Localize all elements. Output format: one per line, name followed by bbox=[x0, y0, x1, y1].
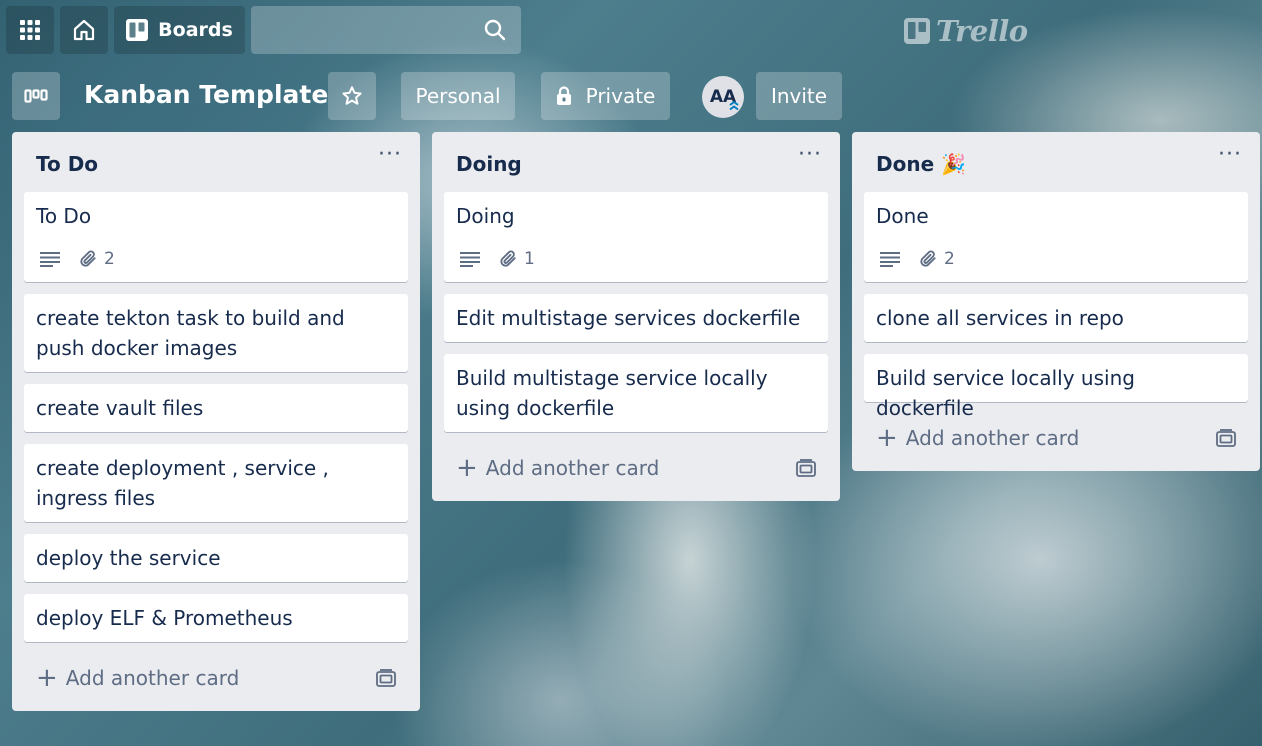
card[interactable]: deploy ELF & Prometheus bbox=[24, 594, 408, 642]
attachment-badge: 2 bbox=[78, 244, 115, 274]
description-icon bbox=[880, 251, 900, 267]
list-done: Done 🎉 ··· Done 2 clone all services in … bbox=[852, 132, 1260, 471]
list-menu-button[interactable]: ··· bbox=[1218, 144, 1242, 166]
add-card-label: Add another card bbox=[485, 456, 660, 480]
list-doing: Doing ··· Doing 1 Edit multistage servic… bbox=[432, 132, 840, 501]
description-icon bbox=[40, 251, 60, 267]
card-badges: 1 bbox=[460, 244, 535, 274]
card-badges: 2 bbox=[40, 244, 115, 274]
paperclip-icon bbox=[498, 249, 518, 269]
list-title[interactable]: Done 🎉 bbox=[876, 152, 966, 176]
more-icon: ··· bbox=[1218, 142, 1242, 167]
privacy-label: Private bbox=[585, 84, 656, 108]
invite-button[interactable]: Invite bbox=[756, 72, 842, 120]
card-title: Edit multistage services dockerfile bbox=[456, 306, 801, 330]
card[interactable]: clone all services in repo bbox=[864, 294, 1248, 342]
board-icon bbox=[126, 19, 149, 41]
card[interactable]: create deployment , service , ingress fi… bbox=[24, 444, 408, 522]
card-title: Build service locally using dockerfile bbox=[876, 366, 1135, 420]
home-button[interactable] bbox=[60, 6, 108, 54]
add-card-row: + Add another card bbox=[876, 423, 1236, 453]
card-template-icon[interactable] bbox=[796, 459, 816, 477]
boards-label: Boards bbox=[158, 19, 233, 41]
more-icon: ··· bbox=[798, 142, 822, 167]
card-title: deploy the service bbox=[36, 546, 221, 570]
card-badges: 2 bbox=[880, 244, 955, 274]
card[interactable]: Doing 1 bbox=[444, 192, 828, 282]
card-template-icon[interactable] bbox=[1216, 429, 1236, 447]
list-menu-button[interactable]: ··· bbox=[378, 144, 402, 166]
plus-icon: + bbox=[36, 663, 58, 693]
add-card-row: + Add another card bbox=[456, 453, 816, 483]
attachment-badge: 2 bbox=[918, 244, 955, 274]
star-icon bbox=[341, 85, 363, 107]
card-title: Done bbox=[876, 204, 929, 228]
trello-logo-icon bbox=[904, 18, 930, 44]
add-card-row: + Add another card bbox=[36, 663, 396, 693]
add-card-button[interactable]: + Add another card bbox=[876, 423, 1080, 453]
boards-button[interactable]: Boards bbox=[114, 6, 245, 54]
board-view-icon bbox=[24, 89, 48, 103]
trello-logo[interactable]: Trello bbox=[904, 14, 1028, 48]
card[interactable]: Done 2 bbox=[864, 192, 1248, 282]
attachment-count: 2 bbox=[104, 249, 115, 269]
add-card-label: Add another card bbox=[905, 426, 1080, 450]
card-title: clone all services in repo bbox=[876, 306, 1124, 330]
grid-icon bbox=[20, 20, 40, 40]
card-title: deploy ELF & Prometheus bbox=[36, 606, 293, 630]
card-title: To Do bbox=[36, 204, 92, 228]
paperclip-icon bbox=[918, 249, 938, 269]
search-bar[interactable] bbox=[251, 6, 521, 54]
admin-chevron-icon bbox=[728, 96, 740, 116]
attachment-badge: 1 bbox=[498, 244, 535, 274]
card-template-icon[interactable] bbox=[376, 669, 396, 687]
list-todo: To Do ··· To Do 2 create tekton task to … bbox=[12, 132, 420, 711]
home-icon bbox=[72, 18, 96, 42]
plus-icon: + bbox=[456, 453, 478, 483]
member-avatar[interactable]: AA bbox=[702, 76, 744, 118]
list-menu-button[interactable]: ··· bbox=[798, 144, 822, 166]
attachment-count: 2 bbox=[944, 249, 955, 269]
card[interactable]: Edit multistage services dockerfile bbox=[444, 294, 828, 342]
add-card-button[interactable]: + Add another card bbox=[456, 453, 660, 483]
card-title: Doing bbox=[456, 204, 515, 228]
card[interactable]: deploy the service bbox=[24, 534, 408, 582]
card-title: create tekton task to build and push doc… bbox=[36, 306, 345, 360]
card[interactable]: create tekton task to build and push doc… bbox=[24, 294, 408, 372]
paperclip-icon bbox=[78, 249, 98, 269]
star-button[interactable] bbox=[328, 72, 376, 120]
team-visibility-label: Personal bbox=[415, 84, 501, 108]
card[interactable]: Build multistage service locally using d… bbox=[444, 354, 828, 432]
card[interactable]: To Do 2 bbox=[24, 192, 408, 282]
lock-icon bbox=[556, 86, 572, 106]
plus-icon: + bbox=[876, 423, 898, 453]
list-title[interactable]: Doing bbox=[456, 152, 522, 176]
attachment-count: 1 bbox=[524, 249, 535, 269]
privacy-button[interactable]: Private bbox=[541, 72, 670, 120]
search-icon bbox=[483, 18, 507, 42]
card-title: create deployment , service , ingress fi… bbox=[36, 456, 329, 510]
add-card-label: Add another card bbox=[65, 666, 240, 690]
card-title: Build multistage service locally using d… bbox=[456, 366, 768, 420]
board-menu-button[interactable] bbox=[12, 72, 60, 120]
description-icon bbox=[460, 251, 480, 267]
card[interactable]: create vault files bbox=[24, 384, 408, 432]
logo-text: Trello bbox=[936, 14, 1028, 48]
card-title: create vault files bbox=[36, 396, 204, 420]
card[interactable]: Build service locally using dockerfile bbox=[864, 354, 1248, 420]
list-title[interactable]: To Do bbox=[36, 152, 98, 176]
team-visibility-button[interactable]: Personal bbox=[401, 72, 515, 120]
apps-button[interactable] bbox=[6, 6, 54, 54]
board-title[interactable]: Kanban Template bbox=[84, 80, 328, 109]
add-card-button[interactable]: + Add another card bbox=[36, 663, 240, 693]
more-icon: ··· bbox=[378, 142, 402, 167]
invite-label: Invite bbox=[770, 84, 828, 108]
